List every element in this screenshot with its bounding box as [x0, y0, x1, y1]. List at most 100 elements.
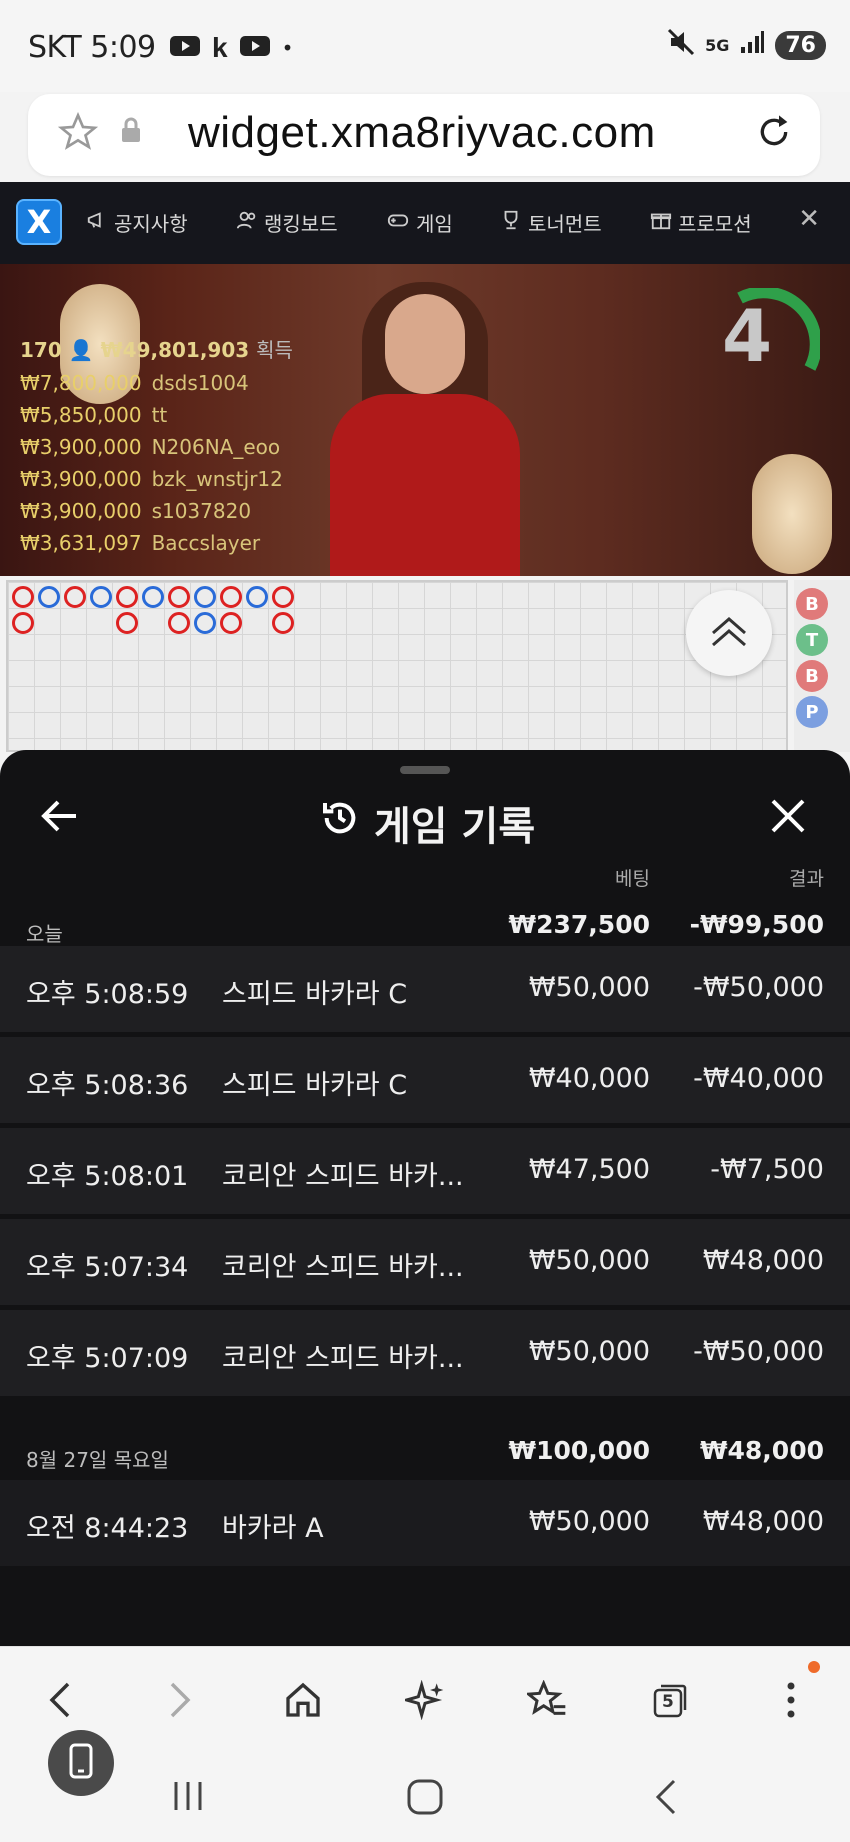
bead-player [194, 612, 216, 634]
winner-row: ₩7,800,000 dsds1004 [20, 371, 293, 395]
winner-row: ₩3,900,000 s1037820 [20, 499, 293, 523]
row-game: 코리안 스피드 바카... [222, 1161, 464, 1192]
winner-amount: ₩3,900,000 [20, 435, 142, 459]
notification-dot [808, 1661, 820, 1673]
more-dot-icon: • [281, 36, 294, 60]
row-result: ₩48,000 [702, 1245, 824, 1276]
bead-banker [12, 612, 34, 634]
row-game: 바카라 A [222, 1513, 324, 1544]
youtube-icon [239, 35, 270, 61]
row-time: 오후 5:08:01 [26, 1161, 189, 1192]
recents-icon[interactable] [170, 1780, 206, 1816]
side-road-b: B [796, 588, 828, 620]
column-header-result: 결과 [789, 868, 824, 890]
chevron-left-icon [44, 1680, 74, 1724]
trophy-icon [500, 209, 522, 236]
floating-phone-button[interactable] [48, 1730, 114, 1796]
winner-amount: ₩3,900,000 [20, 499, 142, 523]
history-row[interactable]: 오후 5:07:34 코리안 스피드 바카... ₩50,000 ₩48,000 [0, 1219, 850, 1305]
nav-ranking[interactable]: 랭킹보드 [236, 208, 338, 237]
bookmarks-button[interactable] [522, 1677, 572, 1727]
game-history-panel: 게임 기록 베팅 결과 오늘 ₩237,500 -₩99,500 오후 5:08… [0, 750, 850, 1646]
live-video[interactable]: 170 👤 ₩49,801,903 획득 ₩7,800,000 dsds1004 … [0, 264, 850, 576]
close-icon[interactable] [770, 798, 806, 838]
back-nav-icon[interactable] [650, 1778, 680, 1820]
expand-button[interactable] [686, 590, 772, 676]
row-result: -₩50,000 [693, 972, 824, 1003]
bead-player [142, 586, 164, 608]
back-arrow-icon[interactable] [40, 798, 80, 838]
bead-player [90, 586, 112, 608]
star-list-icon [524, 1679, 567, 1724]
bead-road [6, 580, 788, 752]
close-icon[interactable]: ✕ [798, 204, 820, 234]
history-row[interactable]: 오후 5:08:59 스피드 바카라 C ₩50,000 -₩50,000 [0, 946, 850, 1032]
winner-amount: ₩3,631,097 [20, 531, 142, 555]
group-result-total: ₩48,000 [699, 1436, 824, 1465]
bead-player [246, 586, 268, 608]
row-time: 오후 5:08:59 [26, 979, 189, 1010]
star-icon[interactable] [57, 111, 99, 156]
nav-game[interactable]: 게임 [386, 208, 453, 237]
home-button[interactable] [278, 1677, 328, 1727]
lantern-decoration [752, 454, 832, 574]
bead-banker [64, 586, 86, 608]
gamepad-icon [386, 209, 410, 236]
home-nav-icon[interactable] [406, 1778, 444, 1820]
nav-promotion[interactable]: 프로모션 [650, 208, 752, 237]
nav-promotion-label: 프로모션 [678, 212, 752, 236]
history-row[interactable]: 오후 5:07:09 코리안 스피드 바카... ₩50,000 -₩50,00… [0, 1310, 850, 1396]
row-game: 코리안 스피드 바카... [222, 1252, 464, 1283]
nav-notice[interactable]: 공지사항 [86, 208, 188, 237]
forward-button[interactable] [156, 1677, 206, 1727]
bead-banker [116, 586, 138, 608]
double-chevron-up-icon [707, 611, 751, 655]
row-bet: ₩47,500 [528, 1154, 650, 1185]
megaphone-icon [86, 209, 108, 236]
tabs-button[interactable]: 5 [644, 1677, 694, 1727]
browser-toolbar: 5 [0, 1646, 850, 1750]
row-result: -₩50,000 [693, 1336, 824, 1367]
row-game: 스피드 바카라 C [222, 1070, 408, 1101]
group-bet-total: ₩237,500 [508, 910, 650, 939]
site-logo[interactable]: X [16, 199, 62, 245]
winner-amount: ₩7,800,000 [20, 371, 142, 395]
url-text[interactable]: widget.xma8riyvac.com [188, 108, 656, 158]
nav-tournament[interactable]: 토너먼트 [500, 208, 602, 237]
winner-row: ₩3,900,000 bzk_wnstjr12 [20, 467, 293, 491]
ai-button[interactable] [400, 1677, 450, 1727]
signal-icon [739, 29, 765, 61]
tabs-icon: 5 [649, 1682, 689, 1722]
url-bar[interactable]: widget.xma8riyvac.com [28, 94, 820, 176]
row-time: 오후 5:08:36 [26, 1070, 189, 1101]
history-row[interactable]: 오후 5:08:01 코리안 스피드 바카... ₩47,500 -₩7,500 [0, 1128, 850, 1214]
winner-name: bzk_wnstjr12 [151, 467, 283, 491]
dealer-body [330, 394, 520, 576]
winner-name: Baccslayer [151, 531, 261, 555]
winner-amount: ₩3,900,000 [20, 467, 142, 491]
menu-button[interactable] [766, 1677, 816, 1727]
panel-title: 게임 기록 [320, 794, 535, 852]
bead-banker [272, 612, 294, 634]
date-group-header: 8월 27일 목요일 ₩100,000 ₩48,000 [0, 1420, 850, 1480]
history-row[interactable]: 오전 8:44:23 바카라 A ₩50,000 ₩48,000 [0, 1480, 850, 1566]
bead-banker [116, 612, 138, 634]
history-row[interactable]: 오후 5:08:36 스피드 바카라 C ₩40,000 -₩40,000 [0, 1037, 850, 1123]
row-result: -₩7,500 [710, 1154, 824, 1185]
gift-icon [650, 209, 672, 236]
row-time: 오후 5:07:34 [26, 1252, 189, 1283]
drag-handle[interactable] [400, 766, 450, 774]
reload-icon[interactable] [754, 112, 794, 156]
winners-list: 170 👤 ₩49,801,903 획득 ₩7,800,000 dsds1004 … [20, 334, 293, 555]
mute-icon [667, 28, 695, 62]
back-button[interactable] [34, 1677, 84, 1727]
side-road-t: T [796, 624, 828, 656]
group-bet-total: ₩100,000 [508, 1436, 650, 1465]
tabs-count: 5 [662, 1692, 674, 1712]
winner-name: dsds1004 [151, 371, 249, 395]
users-icon [236, 209, 258, 236]
bead-player [194, 586, 216, 608]
row-game: 스피드 바카라 C [222, 979, 408, 1010]
row-time: 오후 5:07:09 [26, 1343, 189, 1374]
nav-game-label: 게임 [416, 212, 453, 236]
